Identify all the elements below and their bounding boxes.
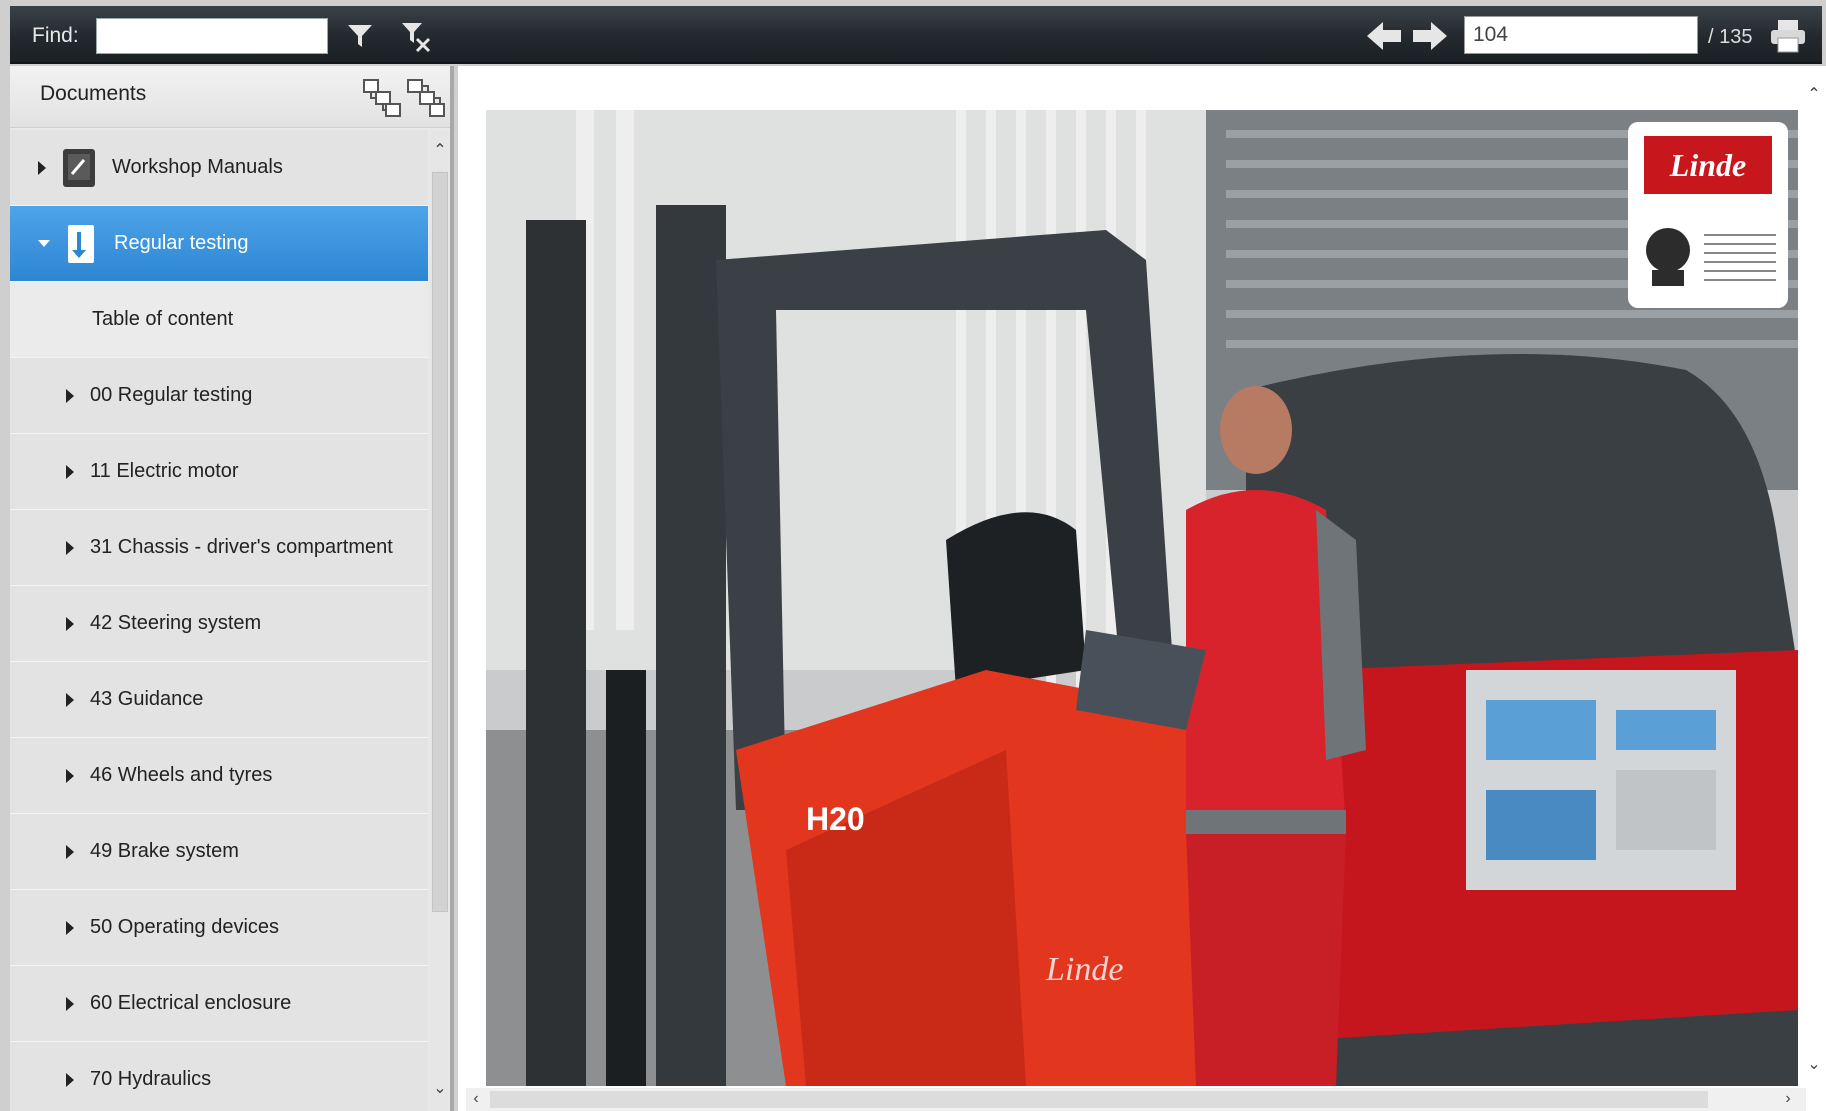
tree-item-60[interactable]: 60 Electrical enclosure — [10, 966, 428, 1042]
tree-item-label: Workshop Manuals — [112, 156, 283, 178]
emblem-icon — [1646, 228, 1690, 286]
collapse-arrow-icon[interactable] — [38, 240, 50, 247]
document-horizontal-scrollbar[interactable]: ‹ › — [466, 1088, 1806, 1111]
document-vertical-scrollbar[interactable]: ⌃ ⌄ — [1804, 82, 1824, 1082]
scroll-up-icon[interactable]: ⌃ — [430, 138, 450, 164]
tree-item-label: 11 Electric motor — [90, 460, 239, 482]
tree-item-label: 42 Steering system — [90, 612, 262, 634]
expand-arrow-icon[interactable] — [66, 616, 74, 631]
tree-item-label: 49 Brake system — [90, 840, 239, 862]
find-input[interactable] — [96, 18, 328, 54]
expand-arrow-icon[interactable] — [66, 692, 74, 707]
scroll-down-icon[interactable]: ⌄ — [430, 1076, 450, 1102]
tree-item-label: 00 Regular testing — [90, 384, 253, 406]
tree-item-11[interactable]: 11 Electric motor — [10, 434, 428, 510]
svg-text:H20: H20 — [806, 801, 865, 837]
expand-arrow-icon[interactable] — [38, 160, 46, 175]
forward-arrow-icon[interactable] — [1410, 16, 1450, 56]
cover-photo: Linde H20 Linde — [486, 110, 1798, 1086]
manual-book-icon — [63, 148, 95, 187]
collapse-all-icon[interactable] — [406, 78, 446, 118]
tree-item-regular-testing[interactable]: Regular testing — [10, 206, 428, 282]
documents-header: Documents — [10, 66, 450, 128]
document-tree: Workshop Manuals Regular testing Table o… — [10, 130, 430, 1111]
document-icon — [68, 224, 94, 263]
expand-arrow-icon[interactable] — [66, 540, 74, 555]
tree-item-00[interactable]: 00 Regular testing — [10, 358, 428, 434]
expand-arrow-icon[interactable] — [66, 1072, 74, 1087]
tree-item-workshop-manuals[interactable]: Workshop Manuals — [10, 130, 428, 206]
tree-item-label: 70 Hydraulics — [90, 1068, 212, 1090]
expand-arrow-icon[interactable] — [66, 464, 74, 479]
tree-item-50[interactable]: 50 Operating devices — [10, 890, 428, 966]
expand-arrow-icon[interactable] — [66, 844, 74, 859]
expand-arrow-icon[interactable] — [66, 920, 74, 935]
manual-viewer-window: Find: / 135 Documents — [0, 0, 1826, 1111]
tree-scroll-thumb[interactable] — [432, 172, 448, 912]
tree-item-70[interactable]: 70 Hydraulics — [10, 1042, 428, 1111]
tree-item-31[interactable]: 31 Chassis - driver's compartment — [10, 510, 428, 586]
svg-text:Linde: Linde — [1045, 951, 1123, 988]
tree-item-label: 31 Chassis - driver's compartment — [90, 536, 393, 558]
page-total: / 135 — [1708, 26, 1753, 48]
scroll-down-icon[interactable]: ⌄ — [1804, 1052, 1824, 1078]
tree-item-label: 46 Wheels and tyres — [90, 764, 273, 786]
back-arrow-icon[interactable] — [1364, 16, 1404, 56]
expand-arrow-icon[interactable] — [66, 388, 74, 403]
tree-item-42[interactable]: 42 Steering system — [10, 586, 428, 662]
tree-item-46[interactable]: 46 Wheels and tyres — [10, 738, 428, 814]
tree-item-label: 60 Electrical enclosure — [90, 992, 292, 1014]
scroll-left-icon[interactable]: ‹ — [466, 1086, 486, 1111]
expand-arrow-icon[interactable] — [66, 996, 74, 1011]
documents-panel: Documents Workshop Manuals Regular testi… — [10, 66, 454, 1111]
page-number-input[interactable] — [1464, 16, 1698, 54]
document-view: Linde H20 Linde ⌃ ⌄ ‹ › — [458, 66, 1826, 1111]
tree-item-table-of-content[interactable]: Table of content — [10, 282, 428, 358]
horizontal-scroll-thumb[interactable] — [490, 1091, 1708, 1108]
tree-item-label: Table of content — [92, 308, 234, 330]
tree-item-43[interactable]: 43 Guidance — [10, 662, 428, 738]
tree-item-49[interactable]: 49 Brake system — [10, 814, 428, 890]
tree-item-label: 43 Guidance — [90, 688, 204, 710]
print-icon[interactable] — [1768, 16, 1808, 56]
documents-title: Documents — [40, 82, 147, 105]
scroll-up-icon[interactable]: ⌃ — [1804, 82, 1824, 108]
clear-filter-icon[interactable] — [396, 16, 436, 56]
top-toolbar: Find: / 135 — [10, 6, 1822, 64]
scroll-right-icon[interactable]: › — [1778, 1086, 1798, 1111]
expand-arrow-icon[interactable] — [66, 768, 74, 783]
expand-all-icon[interactable] — [362, 78, 402, 118]
linde-logo: Linde — [1628, 122, 1788, 308]
filter-icon[interactable] — [340, 16, 380, 56]
tree-item-label: Regular testing — [114, 232, 249, 254]
emblem-caption — [1704, 234, 1776, 282]
tree-item-label: 50 Operating devices — [90, 916, 280, 938]
find-label: Find: — [32, 24, 79, 47]
tree-scrollbar[interactable]: ⌃ ⌄ — [430, 130, 450, 1111]
